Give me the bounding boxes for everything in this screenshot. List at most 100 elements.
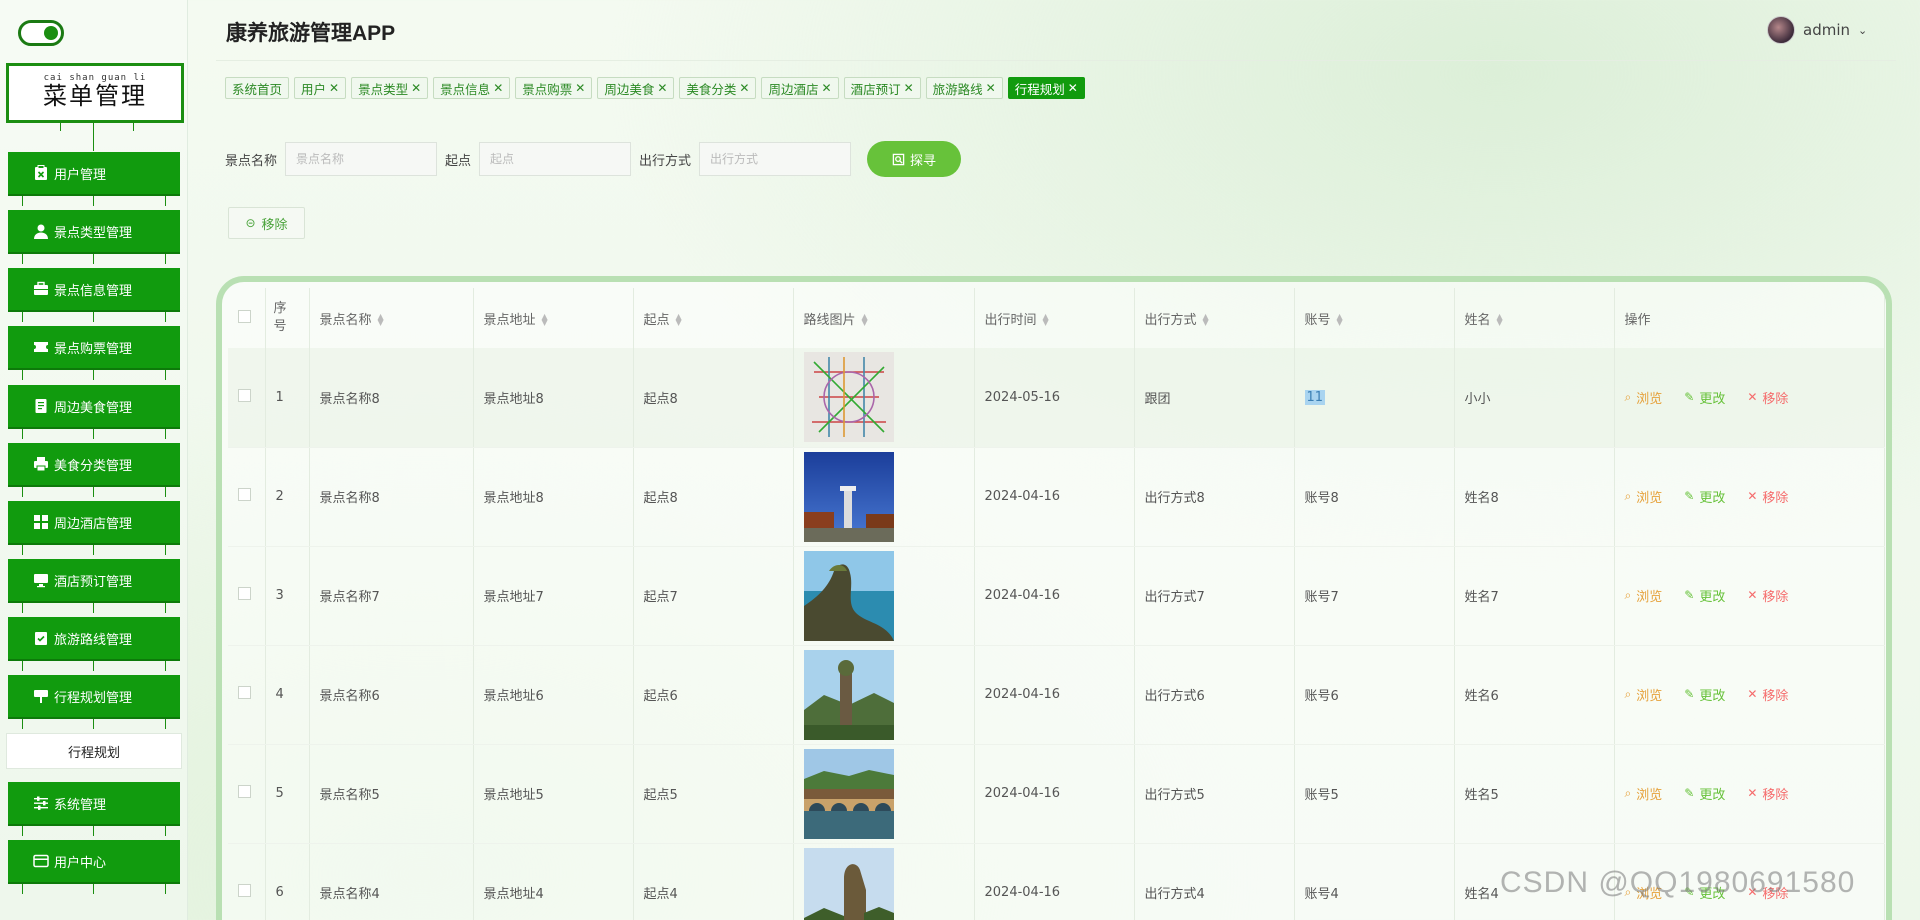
- view-button[interactable]: ⌕ 浏览: [1625, 388, 1663, 407]
- sidebar-item-9[interactable]: 旅游路线管理: [8, 617, 180, 671]
- sidebar-item-7[interactable]: 周边酒店管理: [8, 501, 180, 555]
- edit-button[interactable]: ✎ 更改: [1684, 784, 1725, 803]
- tag-5[interactable]: 景点购票 ✕: [515, 77, 593, 99]
- sort-icon[interactable]: ▲ ▼: [378, 313, 384, 327]
- cell-name-text: 景点名称6: [319, 689, 380, 704]
- edit-button[interactable]: ✎ 更改: [1684, 388, 1725, 407]
- sort-icon[interactable]: ▲ ▼: [542, 313, 548, 327]
- view-label: 浏览: [1636, 788, 1663, 804]
- actions-cell: ⌕ 浏览 ✎ 更改 ✕ 移除: [1614, 744, 1885, 844]
- cell-name-text: 景点名称7: [319, 590, 380, 605]
- row-checkbox[interactable]: [238, 587, 251, 600]
- close-icon[interactable]: ✕: [1068, 81, 1078, 95]
- sidebar-item-3[interactable]: 景点信息管理: [8, 268, 180, 322]
- sidebar-item-1[interactable]: 用户管理: [8, 152, 180, 206]
- row-checkbox[interactable]: [238, 884, 251, 897]
- cell-account-text: 11: [1304, 389, 1326, 405]
- batch-remove-button[interactable]: ⊝ 移除: [228, 207, 305, 239]
- column-header[interactable]: 景点地址 ▲ ▼: [473, 288, 634, 348]
- start-input[interactable]: [479, 142, 632, 176]
- tag-label: 系统首页: [232, 81, 283, 97]
- row-checkbox[interactable]: [238, 785, 251, 798]
- mode-input[interactable]: [699, 142, 852, 176]
- close-icon[interactable]: ✕: [904, 81, 914, 95]
- sort-icon[interactable]: ▲ ▼: [1497, 313, 1503, 327]
- tag-10[interactable]: 旅游路线 ✕: [925, 77, 1003, 99]
- search-button[interactable]: 探寻: [867, 141, 962, 177]
- tag-1[interactable]: 系统首页: [225, 77, 290, 99]
- sort-icon[interactable]: ▲ ▼: [676, 313, 682, 327]
- sidebar-item-10[interactable]: 行程规划管理: [8, 675, 180, 729]
- cell-name: 景点名称4: [309, 843, 474, 920]
- sort-icon[interactable]: ▲ ▼: [1043, 313, 1049, 327]
- sidebar-item-label: 周边酒店管理: [54, 516, 133, 532]
- view-label: 浏览: [1636, 590, 1663, 606]
- close-icon[interactable]: ✕: [575, 81, 585, 95]
- close-icon[interactable]: ✕: [657, 81, 667, 95]
- route-image[interactable]: [803, 847, 964, 920]
- select-all-checkbox[interactable]: [238, 309, 251, 323]
- sort-icon[interactable]: ▲ ▼: [1337, 313, 1343, 327]
- sidebar-item-8[interactable]: 酒店预订管理: [8, 559, 180, 613]
- route-image[interactable]: [803, 451, 964, 542]
- edit-button[interactable]: ✎ 更改: [1684, 685, 1725, 704]
- close-icon[interactable]: ✕: [329, 81, 339, 95]
- sidebar-item-6[interactable]: 美食分类管理: [8, 443, 180, 497]
- view-button[interactable]: ⌕ 浏览: [1625, 487, 1663, 506]
- close-icon: ✕: [1747, 786, 1758, 801]
- column-header[interactable]: 景点名称 ▲ ▼: [309, 288, 474, 348]
- sidebar-item-12[interactable]: 用户中心: [8, 840, 180, 894]
- column-header[interactable]: 路线图片 ▲ ▼: [793, 288, 975, 348]
- cell-image: [793, 348, 975, 448]
- close-icon[interactable]: ✕: [411, 81, 421, 95]
- delete-button[interactable]: ✕ 移除: [1747, 784, 1788, 803]
- close-icon[interactable]: ✕: [493, 81, 503, 95]
- sidebar-item-11[interactable]: 系统管理: [8, 782, 180, 836]
- cell-start-text: 起点7: [643, 590, 678, 605]
- view-button[interactable]: ⌕ 浏览: [1625, 784, 1663, 803]
- delete-button[interactable]: ✕ 移除: [1747, 586, 1788, 605]
- tag-2[interactable]: 用户 ✕: [294, 77, 347, 99]
- cell-address: 景点地址6: [473, 645, 634, 745]
- column-header[interactable]: 出行方式 ▲ ▼: [1134, 288, 1295, 348]
- sort-icon[interactable]: ▲ ▼: [1203, 313, 1209, 327]
- name-input[interactable]: [285, 142, 438, 176]
- edit-button[interactable]: ✎ 更改: [1684, 586, 1725, 605]
- route-image[interactable]: [803, 649, 964, 740]
- sidebar-item-4[interactable]: 景点购票管理: [8, 326, 180, 380]
- route-image[interactable]: [803, 352, 964, 443]
- edit-button[interactable]: ✎ 更改: [1684, 487, 1725, 506]
- sidebar-item-label: 美食分类管理: [54, 458, 133, 474]
- column-header[interactable]: 出行时间 ▲ ▼: [974, 288, 1135, 348]
- delete-button[interactable]: ✕ 移除: [1747, 685, 1788, 704]
- view-button[interactable]: ⌕ 浏览: [1625, 685, 1663, 704]
- close-icon[interactable]: ✕: [986, 81, 996, 95]
- delete-button[interactable]: ✕ 移除: [1747, 388, 1788, 407]
- delete-button[interactable]: ✕ 移除: [1747, 487, 1788, 506]
- column-header[interactable]: 起点 ▲ ▼: [633, 288, 794, 348]
- column-header[interactable]: 账号 ▲ ▼: [1294, 288, 1455, 348]
- sort-icon[interactable]: ▲ ▼: [862, 313, 868, 327]
- row-checkbox[interactable]: [238, 686, 251, 699]
- close-icon[interactable]: ✕: [822, 81, 832, 95]
- search-button-label: 探寻: [910, 152, 937, 168]
- row-checkbox[interactable]: [238, 388, 251, 402]
- tag-3[interactable]: 景点类型 ✕: [351, 77, 429, 99]
- sidebar-item-5[interactable]: 周边美食管理: [8, 385, 180, 439]
- column-header[interactable]: 姓名 ▲ ▼: [1454, 288, 1615, 348]
- collapse-toggle[interactable]: [18, 20, 64, 46]
- tag-11[interactable]: 行程规划 ✕: [1007, 77, 1085, 99]
- route-image[interactable]: [803, 748, 964, 839]
- tag-9[interactable]: 酒店预订 ✕: [843, 77, 921, 99]
- tag-4[interactable]: 景点信息 ✕: [433, 77, 511, 99]
- tag-6[interactable]: 周边美食 ✕: [597, 77, 675, 99]
- close-icon[interactable]: ✕: [739, 81, 749, 95]
- sidebar-item-2[interactable]: 景点类型管理: [8, 210, 180, 264]
- tag-8[interactable]: 周边酒店 ✕: [761, 77, 839, 99]
- view-button[interactable]: ⌕ 浏览: [1625, 586, 1663, 605]
- submenu-item-itinerary[interactable]: 行程规划: [6, 733, 182, 769]
- row-checkbox[interactable]: [238, 488, 251, 501]
- route-image[interactable]: [803, 550, 964, 641]
- tag-7[interactable]: 美食分类 ✕: [679, 77, 757, 99]
- user-menu[interactable]: admin ⌄: [1767, 16, 1867, 44]
